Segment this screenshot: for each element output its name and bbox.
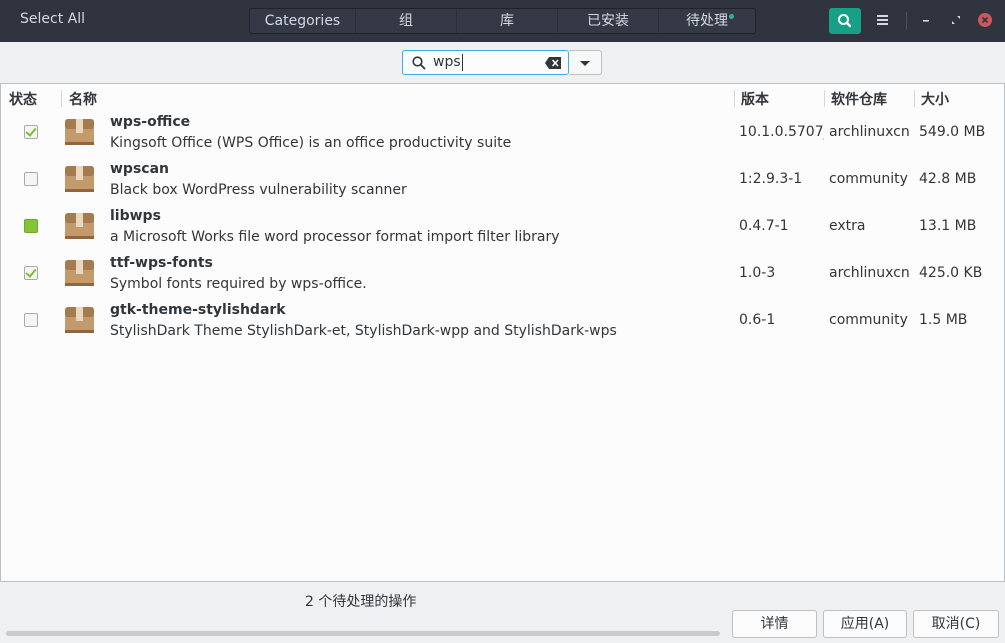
column-header-version[interactable]: 版本 bbox=[741, 89, 769, 109]
cancel-button[interactable]: 取消(C) bbox=[913, 610, 999, 638]
package-icon bbox=[65, 213, 94, 239]
details-button[interactable]: 详情 bbox=[732, 610, 817, 638]
tab-groups[interactable]: 组 bbox=[356, 9, 457, 33]
pending-indicator-dot bbox=[729, 14, 734, 19]
header-bar: Select All Categories 组 库 已安装 待处理 bbox=[0, 0, 1005, 42]
column-header-repository[interactable]: 软件仓库 bbox=[831, 89, 887, 109]
column-header-status[interactable]: 状态 bbox=[9, 89, 37, 109]
package-repository: community bbox=[829, 312, 908, 328]
package-name: gtk-theme-stylishdark bbox=[110, 302, 286, 318]
package-version: 0.6-1 bbox=[739, 312, 776, 328]
package-version: 0.4.7-1 bbox=[739, 218, 789, 234]
package-repository: archlinuxcn bbox=[829, 265, 910, 281]
package-icon bbox=[65, 260, 94, 286]
column-header-size[interactable]: 大小 bbox=[921, 89, 949, 109]
table-row[interactable]: libwps a Microsoft Works file word proce… bbox=[1, 204, 1004, 251]
progress-bar bbox=[6, 631, 720, 636]
status-installed-indicator[interactable] bbox=[24, 219, 38, 233]
status-checkbox-unchecked[interactable] bbox=[24, 172, 38, 186]
package-name: wpscan bbox=[110, 161, 170, 177]
package-size: 549.0 MB bbox=[919, 124, 986, 140]
table-row[interactable]: ttf-wps-fonts Symbol fonts required by w… bbox=[1, 251, 1004, 298]
package-version: 1.0-3 bbox=[739, 265, 776, 281]
select-all-button[interactable]: Select All bbox=[20, 11, 85, 27]
column-separator[interactable] bbox=[734, 90, 735, 107]
table-row[interactable]: gtk-theme-stylishdark StylishDark Theme … bbox=[1, 298, 1004, 345]
search-icon bbox=[838, 14, 852, 28]
column-separator[interactable] bbox=[914, 90, 915, 107]
status-checkbox-checked[interactable] bbox=[24, 125, 38, 139]
package-icon bbox=[65, 166, 94, 192]
search-input-value: wps bbox=[433, 54, 463, 71]
tab-pending[interactable]: 待处理 bbox=[659, 9, 755, 33]
tab-categories[interactable]: Categories bbox=[250, 9, 356, 33]
column-header-name[interactable]: 名称 bbox=[69, 89, 97, 109]
search-mode-dropdown[interactable] bbox=[569, 50, 602, 75]
status-checkbox-unchecked[interactable] bbox=[24, 313, 38, 327]
tab-installed[interactable]: 已安装 bbox=[558, 9, 659, 33]
clear-text-icon[interactable] bbox=[544, 56, 563, 70]
search-input[interactable]: wps bbox=[402, 50, 569, 75]
package-version: 10.1.0.5707_ bbox=[739, 124, 824, 140]
status-checkbox-checked[interactable] bbox=[24, 266, 38, 280]
package-icon bbox=[65, 307, 94, 333]
package-icon bbox=[65, 119, 94, 145]
column-separator[interactable] bbox=[824, 90, 825, 107]
package-size: 1.5 MB bbox=[919, 312, 968, 328]
header-separator bbox=[906, 12, 907, 30]
package-repository: archlinuxcn bbox=[829, 124, 910, 140]
package-name: ttf-wps-fonts bbox=[110, 255, 213, 271]
view-tabs: Categories 组 库 已安装 待处理 bbox=[249, 8, 756, 34]
package-description: Black box WordPress vulnerability scanne… bbox=[110, 182, 407, 198]
restore-icon[interactable] bbox=[948, 12, 964, 28]
package-name: libwps bbox=[110, 208, 161, 224]
package-version: 1:2.9.3-1 bbox=[739, 171, 803, 187]
minimize-icon[interactable] bbox=[918, 12, 934, 28]
package-repository: community bbox=[829, 171, 908, 187]
tab-pending-label: 待处理 bbox=[686, 13, 728, 29]
package-table: 状态 名称 版本 软件仓库 大小 wps-office Kingsoft Off… bbox=[0, 83, 1005, 582]
package-description: Symbol fonts required by wps-office. bbox=[110, 276, 367, 292]
tab-repositories[interactable]: 库 bbox=[457, 9, 558, 33]
package-description: StylishDark Theme StylishDark-et, Stylis… bbox=[110, 323, 617, 339]
dropdown-caret-icon bbox=[580, 61, 590, 66]
pending-operations-label: 2 个待处理的操作 bbox=[305, 594, 417, 610]
close-icon[interactable] bbox=[977, 12, 993, 28]
package-size: 425.0 KB bbox=[919, 265, 983, 281]
table-header: 状态 名称 版本 软件仓库 大小 bbox=[1, 84, 1004, 110]
search-toggle-button[interactable] bbox=[829, 8, 861, 34]
table-row[interactable]: wps-office Kingsoft Office (WPS Office) … bbox=[1, 110, 1004, 157]
package-description: Kingsoft Office (WPS Office) is an offic… bbox=[110, 135, 512, 151]
apply-button[interactable]: 应用(A) bbox=[823, 610, 907, 638]
package-size: 13.1 MB bbox=[919, 218, 977, 234]
package-name: wps-office bbox=[110, 114, 191, 130]
package-size: 42.8 MB bbox=[919, 171, 977, 187]
search-icon bbox=[412, 56, 426, 70]
package-repository: extra bbox=[829, 218, 866, 234]
column-separator[interactable] bbox=[61, 90, 62, 107]
package-description: a Microsoft Works file word processor fo… bbox=[110, 229, 560, 245]
hamburger-menu-icon[interactable] bbox=[876, 13, 890, 27]
table-row[interactable]: wpscan Black box WordPress vulnerability… bbox=[1, 157, 1004, 204]
